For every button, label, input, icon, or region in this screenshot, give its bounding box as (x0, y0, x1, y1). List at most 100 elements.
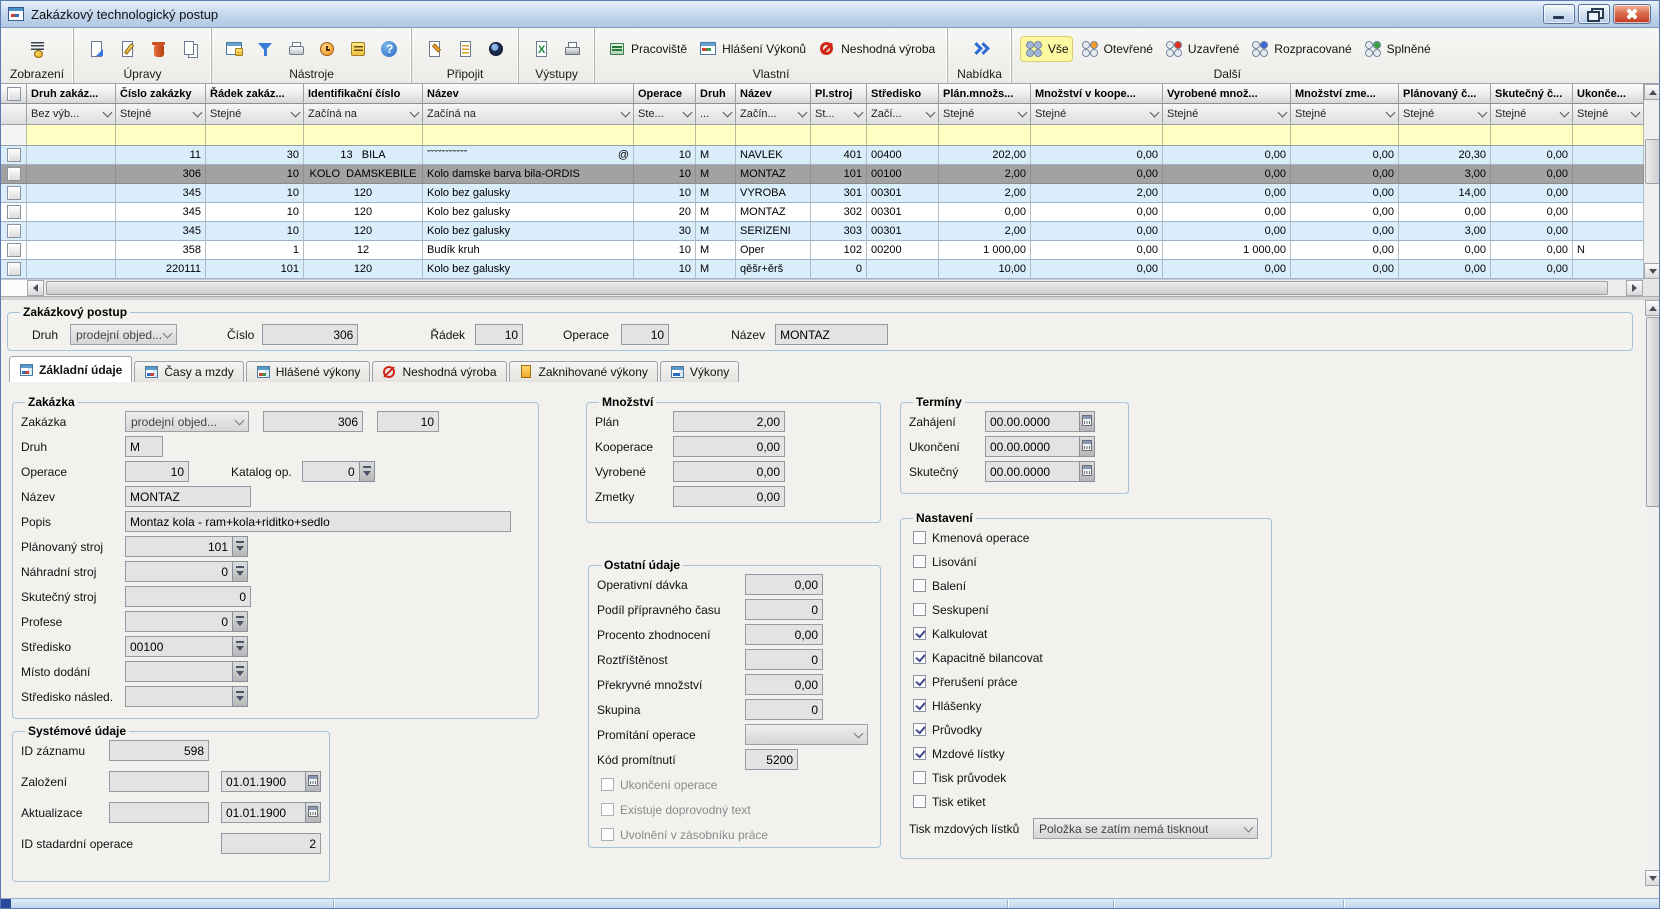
panel-scroll-down-button[interactable] (1645, 870, 1660, 886)
filter-input[interactable] (1291, 125, 1399, 146)
preferences-button[interactable] (345, 37, 371, 61)
baleni-checkbox[interactable]: Balení (913, 579, 966, 593)
kalkulovat-checkbox[interactable]: Kalkulovat (913, 627, 987, 641)
nazev-field[interactable]: MONTAZ (775, 324, 888, 345)
filter-input[interactable] (1163, 125, 1291, 146)
cislo-field[interactable]: 306 (262, 324, 358, 345)
pracoviste-button[interactable]: Pracoviště (604, 37, 690, 61)
row-checkbox[interactable] (7, 148, 21, 162)
druh-combo[interactable]: prodejní objed... (70, 324, 177, 345)
profese-spinner[interactable] (232, 611, 248, 632)
hlasenky-checkbox[interactable]: Hlášenky (913, 699, 981, 713)
kapacitne-bilancovat-checkbox[interactable]: Kapacitně bilancovat (913, 651, 1043, 665)
column-header[interactable]: Identifikační číslo (304, 84, 423, 104)
filter-dropdown[interactable]: Stejné (1491, 104, 1573, 125)
filter-dropdown[interactable]: ... (696, 104, 736, 125)
aktualizace-calendar-button[interactable] (305, 802, 321, 823)
misto-dodani-spinner[interactable] (232, 661, 248, 682)
scroll-left-button[interactable] (27, 280, 44, 296)
kooperace-field[interactable]: 0,00 (673, 436, 785, 457)
pruvodky-checkbox[interactable]: Průvodky (913, 723, 982, 737)
nahradni-stroj-spinner[interactable] (232, 561, 248, 582)
column-header[interactable]: Ukonče... (1573, 84, 1644, 104)
row-checkbox[interactable] (7, 205, 21, 219)
filter-input[interactable] (634, 125, 696, 146)
zalozeni-field[interactable] (109, 771, 209, 792)
column-header[interactable]: Druh zakáz... (27, 84, 116, 104)
filter-input[interactable] (1573, 125, 1644, 146)
copy-record-button[interactable] (176, 37, 202, 61)
filter-dropdown[interactable]: Stejné (116, 104, 206, 125)
druh-field[interactable]: M (125, 436, 163, 457)
filter-dropdown[interactable]: Ste... (634, 104, 696, 125)
misto-dodani-field[interactable] (125, 661, 233, 682)
uzavrene-button[interactable]: Uzavřené (1161, 37, 1242, 61)
preruseni-prace-checkbox[interactable]: Přerušení práce (913, 675, 1017, 689)
prekryvne-mnozstvi-field[interactable]: 0,00 (745, 674, 823, 695)
tisk-pruvodek-checkbox[interactable]: Tisk průvodek (913, 771, 1006, 785)
attach-note-button[interactable] (421, 37, 447, 61)
help-button[interactable] (376, 37, 402, 61)
popis-field[interactable]: Montaz kola - ram+kola+riditko+sedlo (125, 511, 511, 532)
filter-dropdown[interactable]: St... (811, 104, 867, 125)
filter-input[interactable] (696, 125, 736, 146)
close-button[interactable] (1613, 4, 1651, 24)
filter-dropdown[interactable]: Začíná na (423, 104, 634, 125)
vyrobene-field[interactable]: 0,00 (673, 461, 785, 482)
grid-vertical-scrollbar[interactable] (1644, 84, 1660, 279)
skupina-field[interactable]: 0 (745, 699, 823, 720)
filter-dropdown[interactable]: Stejné (206, 104, 304, 125)
zmetky-field[interactable]: 0,00 (673, 486, 785, 507)
filter-dropdown[interactable]: Stejné (939, 104, 1031, 125)
row-checkbox[interactable] (7, 262, 21, 276)
tisk-etiket-checkbox[interactable]: Tisk etiket (913, 795, 986, 809)
history-clock-button[interactable] (314, 37, 340, 61)
filter-input[interactable] (423, 125, 634, 146)
stredisko-spinner[interactable] (232, 636, 248, 657)
zakazka-cislo-field[interactable]: 306 (263, 411, 363, 432)
filter-input[interactable] (1399, 125, 1491, 146)
panel-vscroll-thumb[interactable] (1646, 317, 1660, 507)
filter-dropdown[interactable]: Začín... (736, 104, 811, 125)
column-header[interactable]: Řádek zakáz... (206, 84, 304, 104)
scroll-up-button[interactable] (1644, 84, 1660, 100)
table-row[interactable]: 220111101120Kolo bez galusky10Mqěšr+ěrš0… (1, 260, 1644, 279)
zalozeni-calendar-button[interactable] (305, 771, 321, 792)
print-button[interactable] (559, 37, 585, 61)
panel-vertical-scrollbar[interactable] (1645, 300, 1660, 886)
delete-record-button[interactable] (145, 37, 171, 61)
filter-button[interactable] (252, 37, 278, 61)
otevrene-button[interactable]: Otevřené (1077, 37, 1156, 61)
katalog-op-spinner[interactable] (359, 461, 375, 482)
attach-list-button[interactable] (452, 37, 478, 61)
operativni-davka-field[interactable]: 0,00 (745, 574, 823, 595)
filter-dropdown[interactable]: Bez výb... (27, 104, 116, 125)
column-header[interactable]: Množství zme... (1291, 84, 1399, 104)
table-row[interactable]: 30610KOLO DAMSKEBILEKolo damske barva bi… (1, 165, 1644, 184)
select-all-checkbox[interactable] (1, 84, 27, 104)
column-header[interactable]: Operace (634, 84, 696, 104)
seskupeni-checkbox[interactable]: Seskupení (913, 603, 989, 617)
filter-input[interactable] (939, 125, 1031, 146)
zahajeni-field[interactable]: 00.00.0000 (985, 411, 1080, 432)
filter-input[interactable] (736, 125, 811, 146)
id-standardni-operace-field[interactable]: 2 (221, 833, 321, 854)
restore-button[interactable] (1578, 4, 1610, 24)
operace-field[interactable]: 10 (621, 324, 669, 345)
tab-zakladni-udaje[interactable]: Základní údaje (9, 356, 132, 382)
skutecny-calendar-button[interactable] (1079, 461, 1095, 482)
filter-dropdown[interactable]: Stejné (1163, 104, 1291, 125)
profese-field[interactable]: 0 (125, 611, 233, 632)
table-row[interactable]: 34510120Kolo bez galusky30MSERIZENI30300… (1, 222, 1644, 241)
tab-neshodna-vyroba[interactable]: Neshodná výroba (372, 361, 506, 382)
aktualizace-field[interactable] (109, 802, 209, 823)
roztristenost-field[interactable]: 0 (745, 649, 823, 670)
tab-hlasene-vykony[interactable]: Hlášené výkony (246, 361, 371, 382)
filter-dropdown[interactable]: Stejné (1573, 104, 1644, 125)
ukonceni-calendar-button[interactable] (1079, 436, 1095, 457)
scroll-right-button[interactable] (1626, 280, 1643, 296)
hlaseni-vykonu-button[interactable]: Hlášení Výkonů (695, 37, 809, 61)
new-record-button[interactable] (83, 37, 109, 61)
filter-input[interactable] (1031, 125, 1163, 146)
plan-field[interactable]: 2,00 (673, 411, 785, 432)
